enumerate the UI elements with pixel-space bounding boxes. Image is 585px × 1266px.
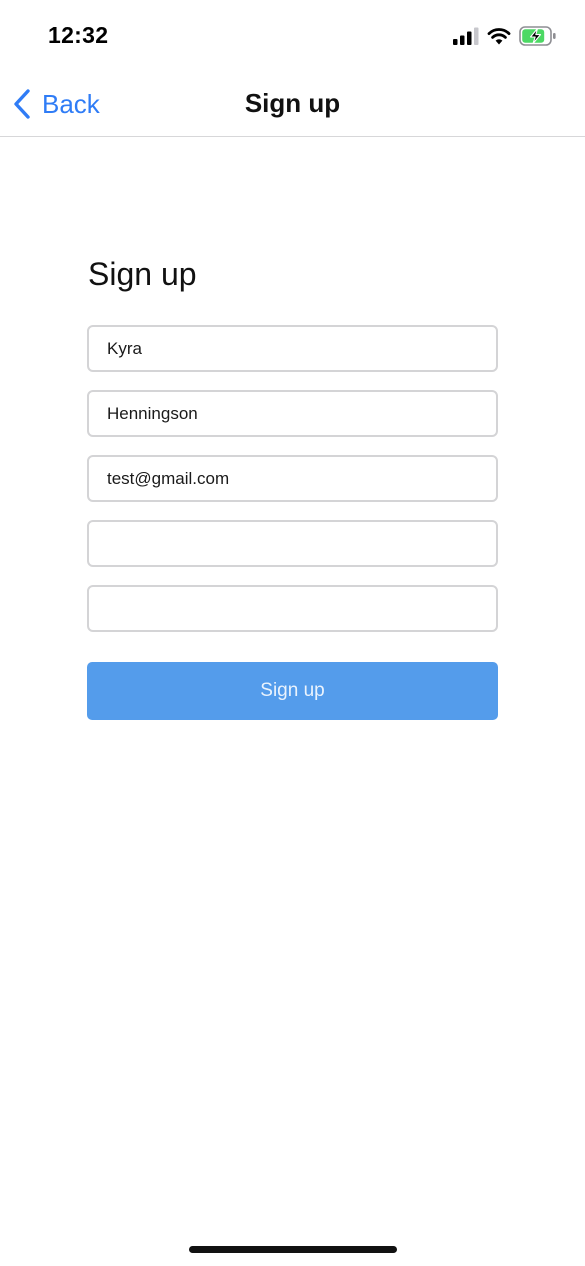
cellular-signal-icon bbox=[453, 27, 479, 50]
wifi-icon bbox=[487, 27, 511, 50]
status-time: 12:32 bbox=[48, 22, 109, 48]
form-title: Sign up bbox=[88, 256, 197, 292]
sign-up-button[interactable]: Sign up bbox=[87, 662, 498, 720]
navigation-bar: Back Sign up bbox=[0, 72, 585, 137]
last-name-field[interactable] bbox=[87, 390, 498, 437]
password-field[interactable] bbox=[87, 520, 498, 567]
battery-charging-icon bbox=[519, 26, 557, 51]
confirm-password-field[interactable] bbox=[87, 585, 498, 632]
first-name-field[interactable] bbox=[87, 325, 498, 372]
sign-up-screen: 12:32 Back Sign up Sign up Kyra Hennings… bbox=[0, 0, 585, 1266]
nav-title: Sign up bbox=[244, 88, 341, 118]
email-field[interactable] bbox=[87, 455, 498, 502]
home-indicator bbox=[189, 1246, 397, 1253]
status-icons bbox=[453, 26, 557, 51]
status-bar: 12:32 bbox=[0, 0, 585, 72]
